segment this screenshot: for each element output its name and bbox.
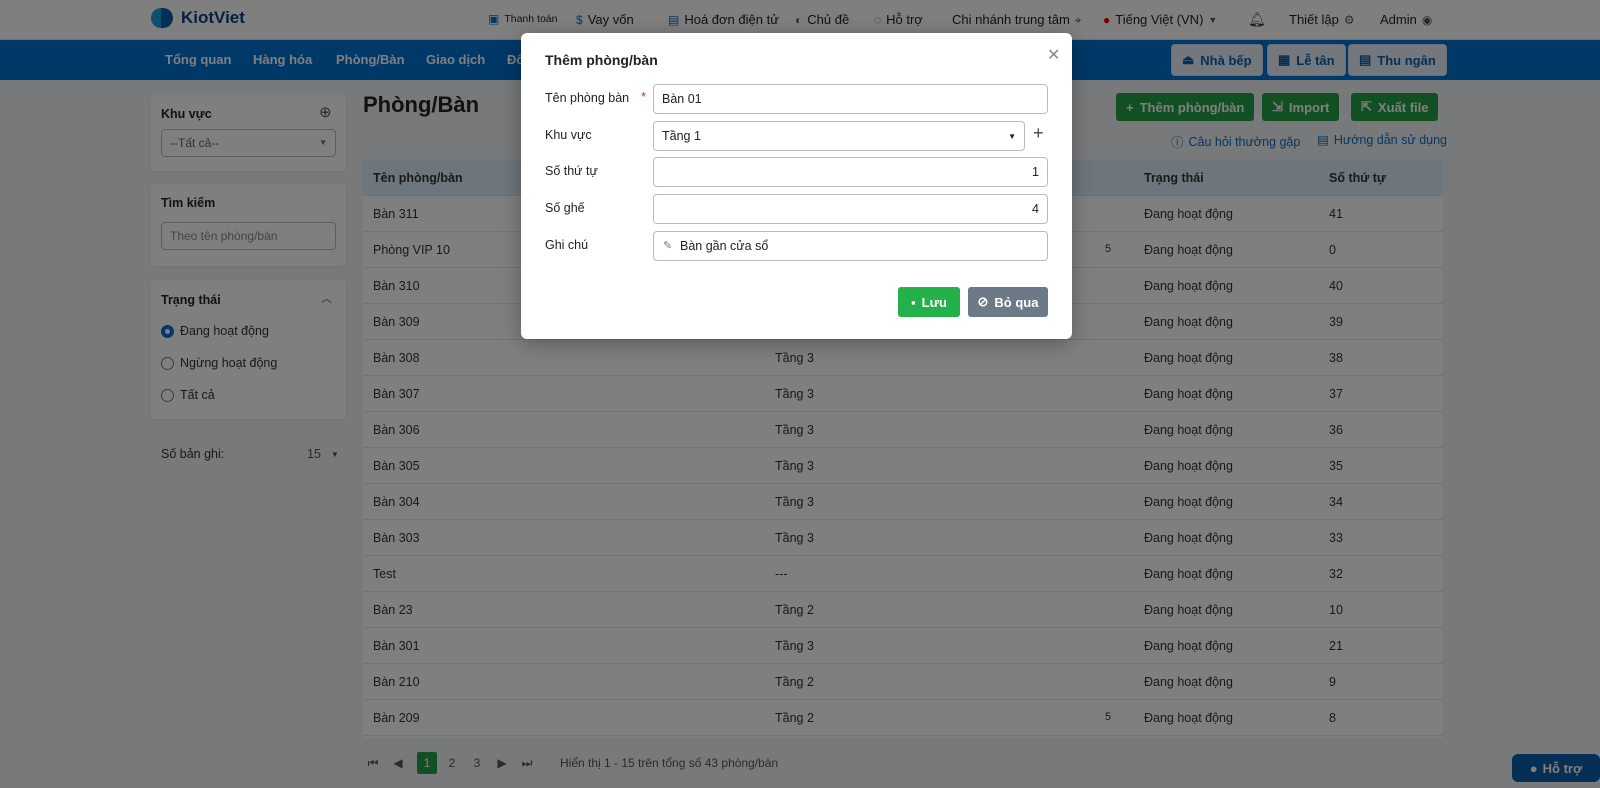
close-icon[interactable]: ✕: [1047, 45, 1060, 65]
required-asterisk: *: [641, 89, 647, 104]
dialog-title: Thêm phòng/bàn: [545, 52, 658, 68]
name-label: Tên phòng bàn: [545, 91, 630, 105]
room-name-value: Bàn 01: [662, 92, 702, 106]
chevron-down-icon: ▼: [1008, 132, 1016, 141]
order-input[interactable]: 1: [653, 157, 1048, 187]
note-input[interactable]: ✎ Bàn gần cửa sổ: [653, 231, 1048, 261]
area-select-dialog[interactable]: Tầng 1 ▼: [653, 121, 1025, 151]
save-button[interactable]: ▪ Lưu: [898, 287, 960, 317]
area-label: Khu vực: [545, 128, 592, 142]
floppy-icon: ▪: [911, 294, 916, 310]
room-name-input[interactable]: Bàn 01: [653, 84, 1048, 114]
add-room-dialog: Thêm phòng/bàn ✕ Tên phòng bàn * Bàn 01 …: [521, 33, 1072, 339]
pencil-icon: ✎: [663, 240, 673, 252]
ban-icon: ⊘: [977, 294, 989, 309]
save-label: Lưu: [921, 294, 947, 310]
seats-input[interactable]: 4: [653, 194, 1048, 224]
order-label: Số thứ tự: [545, 164, 598, 178]
note-value: Bàn gần cửa sổ: [680, 239, 769, 253]
order-value: 1: [1032, 165, 1039, 179]
cancel-label: Bỏ qua: [994, 294, 1039, 310]
area-value: Tầng 1: [662, 129, 701, 143]
note-label: Ghi chú: [545, 238, 589, 252]
seats-value: 4: [1032, 202, 1039, 216]
seats-label: Số ghế: [545, 201, 585, 215]
cancel-button[interactable]: ⊘ Bỏ qua: [968, 287, 1048, 317]
add-area-icon[interactable]: +: [1033, 123, 1044, 144]
